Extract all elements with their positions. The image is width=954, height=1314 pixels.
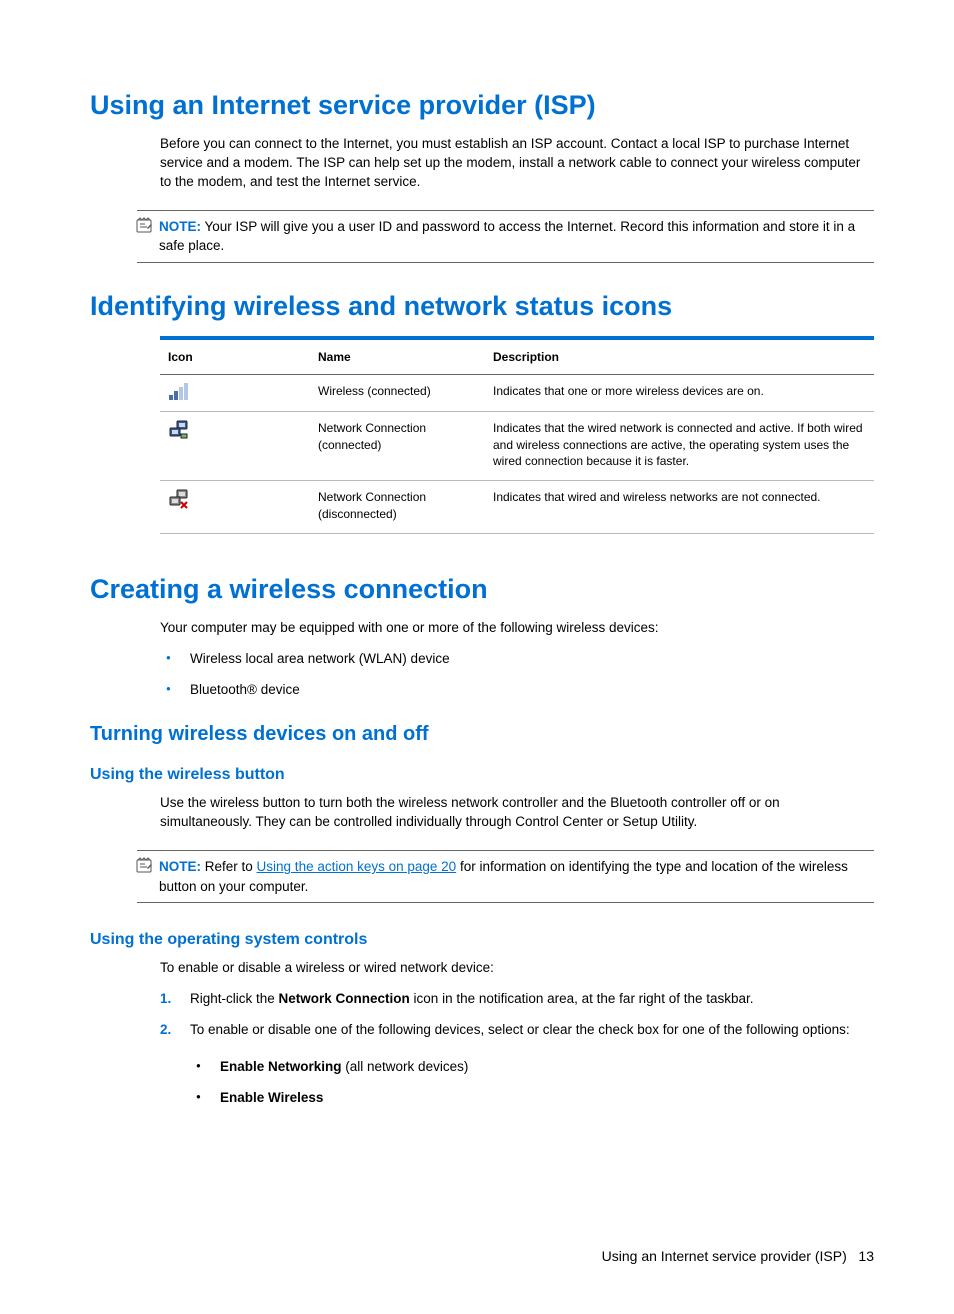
list-item: Wireless local area network (WLAN) devic… [160,650,874,669]
os-options: Enable Networking (all network devices) … [190,1058,874,1108]
para-isp-intro: Before you can connect to the Internet, … [160,135,874,192]
note-label: NOTE: [159,859,201,874]
note-label: NOTE: [159,219,201,234]
table-row: Network Connection (disconnected) Indica… [160,481,874,534]
th-icon: Icon [160,340,310,375]
th-desc: Description [485,340,874,375]
cell-name: Network Connection (connected) [310,411,485,480]
cell-desc: Indicates that one or more wireless devi… [485,374,874,411]
network-connected-icon [168,420,302,440]
para-wireless-button: Use the wireless button to turn both the… [160,794,874,832]
cell-name: Wireless (connected) [310,374,485,411]
note-icon [136,857,154,881]
heading-wireless-button: Using the wireless button [90,766,874,784]
note-icon [136,217,154,241]
wireless-signal-icon [168,383,302,401]
page-footer: Using an Internet service provider (ISP)… [90,1248,874,1264]
device-list: Wireless local area network (WLAN) devic… [160,650,874,700]
table-row: Network Connection (connected) Indicates… [160,411,874,480]
cell-desc: Indicates that the wired network is conn… [485,411,874,480]
link-action-keys[interactable]: Using the action keys on page 20 [257,859,457,874]
heading-icons: Identifying wireless and network status … [90,291,874,322]
cell-name: Network Connection (disconnected) [310,481,485,534]
note-isp: NOTE: Your ISP will give you a user ID a… [137,210,874,263]
heading-os-controls: Using the operating system controls [90,931,874,949]
para-wireless-intro: Your computer may be equipped with one o… [160,619,874,638]
step-number: 2. [160,1021,171,1040]
heading-isp: Using an Internet service provider (ISP) [90,90,874,121]
note-action-keys: NOTE: Refer to Using the action keys on … [137,850,874,903]
heading-toggle-devices: Turning wireless devices on and off [90,723,874,746]
status-icons-table: Icon Name Description Wireless (connecte… [160,340,874,534]
os-steps: 1. Right-click the Network Connection ic… [160,990,874,1108]
step-number: 1. [160,990,171,1009]
para-os-intro: To enable or disable a wireless or wired… [160,959,874,978]
list-item: Enable Networking (all network devices) [190,1058,874,1077]
heading-wireless: Creating a wireless connection [90,574,874,605]
footer-text: Using an Internet service provider (ISP) [602,1248,847,1264]
note-pre: Refer to [205,859,257,874]
list-item: 2. To enable or disable one of the follo… [160,1021,874,1108]
list-item: Bluetooth® device [160,681,874,700]
page-number: 13 [858,1248,874,1264]
th-name: Name [310,340,485,375]
network-disconnected-icon [168,489,302,509]
cell-desc: Indicates that wired and wireless networ… [485,481,874,534]
note-text: Your ISP will give you a user ID and pas… [159,219,855,254]
list-item: Enable Wireless [190,1089,874,1108]
list-item: 1. Right-click the Network Connection ic… [160,990,874,1009]
table-row: Wireless (connected) Indicates that one … [160,374,874,411]
